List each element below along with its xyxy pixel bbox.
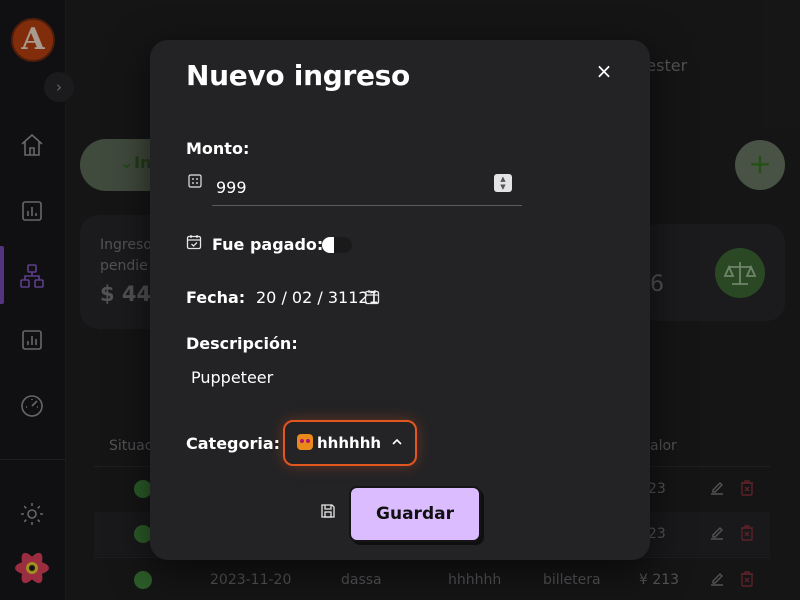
modal-title: Nuevo ingreso [186,59,410,92]
date-label: Fecha: [186,288,246,307]
description-input[interactable]: Puppeteer [191,368,273,387]
floppy-disk-icon [321,504,335,518]
description-label: Descripción: [186,334,298,353]
new-income-modal: Nuevo ingreso × Monto: ▲▼ Fue pagado: Fe… [150,40,650,560]
amount-stepper[interactable]: ▲ ▼ [494,174,512,192]
amount-label: Monto: [186,139,250,158]
save-button[interactable]: Guardar [349,486,481,542]
paid-label: Fue pagado: [212,235,324,254]
calendar-check-icon [186,235,202,250]
amount-input[interactable] [212,169,522,206]
close-button[interactable]: × [594,60,614,82]
category-label: Categoria: [186,434,281,453]
calculator-icon [188,174,202,188]
cat-emoji-icon [297,434,313,450]
date-input[interactable]: 20 / 02 / 31121 [256,288,379,307]
category-selected-value: hhhhhh [317,434,382,452]
chevron-up-icon [392,438,402,445]
calendar-icon[interactable] [364,289,380,305]
category-select[interactable]: hhhhhh [283,420,417,466]
page: A › tester ⌄ In + Ingreso pendie $ 44 6 … [0,0,800,600]
toggle-knob [322,237,334,253]
paid-toggle[interactable] [322,237,352,253]
